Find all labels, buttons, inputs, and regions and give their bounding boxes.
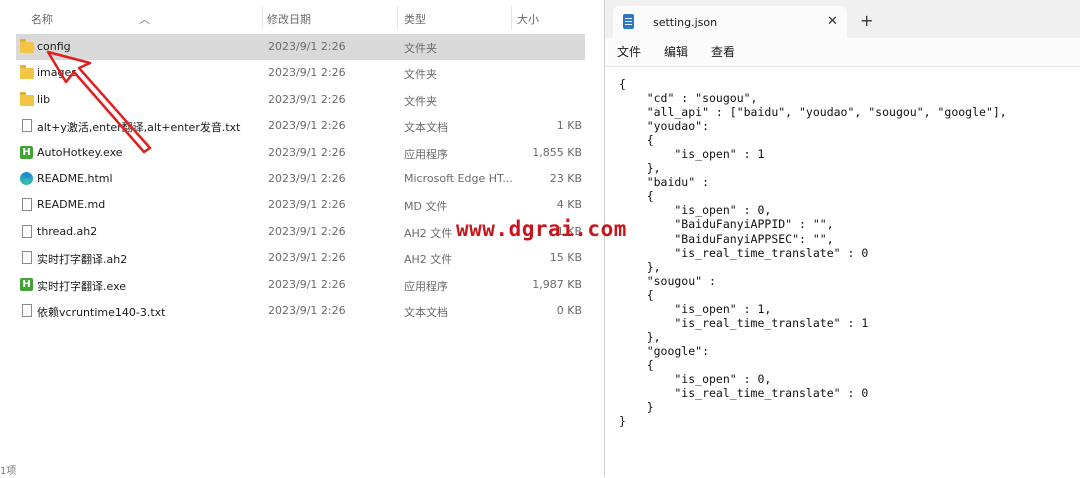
red-arrow-annotation xyxy=(46,50,152,154)
